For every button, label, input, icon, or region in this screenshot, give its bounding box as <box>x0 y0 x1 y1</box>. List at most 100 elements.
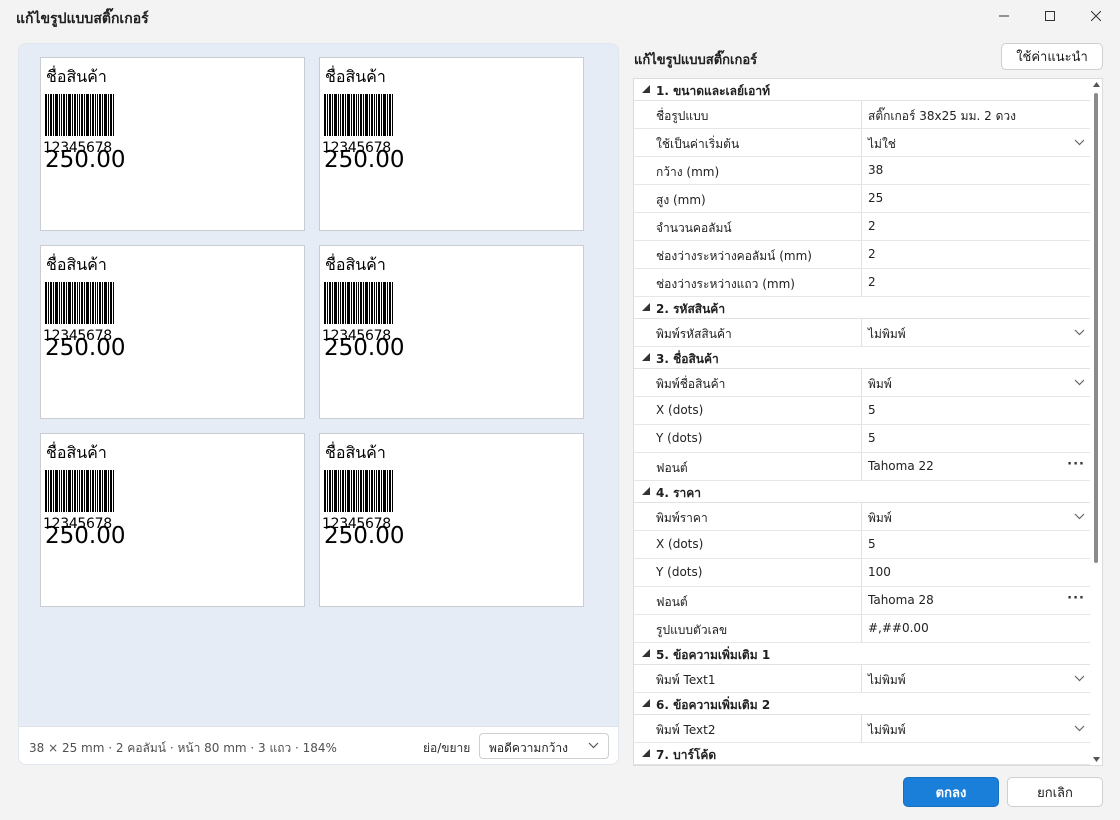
barcode-bar <box>81 282 83 324</box>
more-options-icon[interactable]: ··· <box>1067 457 1085 472</box>
property-row[interactable]: Y (dots) 100 <box>634 559 1091 587</box>
property-value[interactable]: พิมพ์ <box>868 375 892 394</box>
collapse-triangle-icon[interactable] <box>642 649 650 657</box>
zoom-select[interactable]: พอดีความกว้าง <box>479 733 609 759</box>
barcode-bar <box>74 282 76 324</box>
barcode-bar <box>365 470 368 512</box>
collapse-triangle-icon[interactable] <box>642 353 650 361</box>
property-row[interactable]: Y (dots) 5 <box>634 425 1091 453</box>
chevron-down-icon[interactable] <box>1074 675 1085 682</box>
barcode-bar <box>327 470 328 512</box>
barcode-bar <box>378 470 380 512</box>
barcode-bar <box>86 470 89 512</box>
ok-button[interactable]: ตกลง <box>903 777 999 807</box>
property-value[interactable]: #,##0.00 <box>868 621 929 635</box>
property-value[interactable]: ไม่พิมพ์ <box>868 671 906 690</box>
cancel-button[interactable]: ยกเลิก <box>1007 777 1103 807</box>
property-value[interactable]: สติ๊กเกอร์ 38x25 มม. 2 ดวง <box>868 107 1016 126</box>
more-options-icon[interactable]: ··· <box>1067 591 1085 606</box>
category-label: 6. ข้อความเพิ่มเติม 2 <box>656 698 771 712</box>
collapse-triangle-icon[interactable] <box>642 487 650 495</box>
property-value[interactable]: Tahoma 22 <box>868 459 934 473</box>
property-value[interactable]: 38 <box>868 163 883 177</box>
property-value[interactable]: 5 <box>868 403 876 417</box>
property-category-header[interactable]: 5. ข้อความเพิ่มเติม 1 <box>634 643 1091 665</box>
property-row[interactable]: พิมพ์ราคา พิมพ์ <box>634 503 1091 531</box>
chevron-down-icon[interactable] <box>1074 379 1085 386</box>
property-row[interactable]: พิมพ์รหัสสินค้า ไม่พิมพ์ <box>634 319 1091 347</box>
property-category-header[interactable]: 3. ชื่อสินค้า <box>634 347 1091 369</box>
property-category-header[interactable]: 6. ข้อความเพิ่มเติม 2 <box>634 693 1091 715</box>
property-category-header[interactable]: 2. รหัสสินค้า <box>634 297 1091 319</box>
property-category-header[interactable]: 4. ราคา <box>634 481 1091 503</box>
property-grid-scrollbar[interactable] <box>1090 79 1102 765</box>
property-row[interactable]: X (dots) 5 <box>634 531 1091 559</box>
barcode-bar <box>392 470 393 512</box>
barcode-bar <box>66 94 67 136</box>
barcode-bar <box>68 470 71 512</box>
minimize-button[interactable] <box>981 0 1027 32</box>
barcode-bar <box>383 470 386 512</box>
property-grid[interactable]: 1. ขนาดและเลย์เอาท์ ชื่อรูปแบบ สติ๊กเกอร์ … <box>633 78 1103 766</box>
property-value[interactable]: ไม่พิมพ์ <box>868 325 906 344</box>
property-value[interactable]: 2 <box>868 247 876 261</box>
collapse-triangle-icon[interactable] <box>642 85 650 93</box>
collapse-triangle-icon[interactable] <box>642 303 650 311</box>
property-row[interactable]: X (dots) 5 <box>634 397 1091 425</box>
chevron-down-icon[interactable] <box>1074 139 1085 146</box>
property-value[interactable]: 2 <box>868 275 876 289</box>
property-row[interactable]: ฟอนต์ Tahoma 28 ··· <box>634 587 1091 615</box>
scroll-down-icon[interactable] <box>1093 757 1100 762</box>
property-row[interactable]: พิมพ์ชื่อสินค้า พิมพ์ <box>634 369 1091 397</box>
property-row[interactable]: พิมพ์ Text1 ไม่พิมพ์ <box>634 665 1091 693</box>
property-value[interactable]: 100 <box>868 565 891 579</box>
property-row[interactable]: ชื่อรูปแบบ สติ๊กเกอร์ 38x25 มม. 2 ดวง <box>634 101 1091 129</box>
property-value[interactable]: 5 <box>868 431 876 445</box>
barcode-bar <box>90 470 91 512</box>
property-row[interactable]: ช่องว่างระหว่างคอลัมน์ (mm) 2 <box>634 241 1091 269</box>
use-suggested-button[interactable]: ใช้ค่าแนะนำ <box>1001 43 1103 70</box>
property-value[interactable]: ไม่พิมพ์ <box>868 721 906 740</box>
barcode-bar <box>392 282 393 324</box>
barcode-bar <box>363 470 364 512</box>
close-button[interactable] <box>1073 0 1119 32</box>
property-value[interactable]: 25 <box>868 191 883 205</box>
barcode-bar <box>48 94 49 136</box>
barcode-bar <box>378 282 380 324</box>
chevron-down-icon[interactable] <box>1074 725 1085 732</box>
barcode-bar <box>66 470 67 512</box>
property-name: Y (dots) <box>634 559 862 586</box>
property-row[interactable]: รูปแบบตัวเลข #,##0.00 <box>634 615 1091 643</box>
property-row[interactable]: ใช้เป็นค่าเริ่มต้น ไม่ใช่ <box>634 129 1091 157</box>
property-row[interactable]: ช่องว่างระหว่างแถว (mm) 2 <box>634 269 1091 297</box>
chevron-down-icon[interactable] <box>1074 329 1085 336</box>
barcode-bar <box>324 470 326 512</box>
property-row[interactable]: สูง (mm) 25 <box>634 185 1091 213</box>
property-value[interactable]: Tahoma 28 <box>868 593 934 607</box>
collapse-triangle-icon[interactable] <box>642 699 650 707</box>
property-category-header[interactable]: 7. บาร์โค้ด <box>634 743 1091 765</box>
property-row[interactable]: พิมพ์ Text2 ไม่พิมพ์ <box>634 715 1091 743</box>
barcode-bar <box>48 282 49 324</box>
scroll-up-icon[interactable] <box>1093 82 1100 87</box>
scrollbar-thumb[interactable] <box>1094 93 1098 563</box>
barcode-bar <box>104 470 107 512</box>
property-row[interactable]: กว้าง (mm) 38 <box>634 157 1091 185</box>
property-category-header[interactable]: 1. ขนาดและเลย์เอาท์ <box>634 79 1091 101</box>
property-row[interactable]: จำนวนคอลัมน์ 2 <box>634 213 1091 241</box>
barcode-bar <box>92 282 94 324</box>
property-value[interactable]: ไม่ใช่ <box>868 135 896 154</box>
barcode-bar <box>351 94 352 136</box>
sticker-preview-panel[interactable]: ชื่อสินค้า 12345678 250.00 ชื่อสินค้า 123456… <box>18 43 619 765</box>
property-value[interactable]: พิมพ์ <box>868 509 892 528</box>
property-value[interactable]: 5 <box>868 537 876 551</box>
property-value[interactable]: 2 <box>868 219 876 233</box>
barcode-bar <box>383 94 386 136</box>
property-name: ใช้เป็นค่าเริ่มต้น <box>634 129 862 156</box>
property-row[interactable] <box>634 765 1091 766</box>
maximize-button[interactable] <box>1027 0 1073 32</box>
property-row[interactable]: ฟอนต์ Tahoma 22 ··· <box>634 453 1091 481</box>
barcode-bar <box>92 94 94 136</box>
collapse-triangle-icon[interactable] <box>642 749 650 757</box>
chevron-down-icon[interactable] <box>1074 513 1085 520</box>
